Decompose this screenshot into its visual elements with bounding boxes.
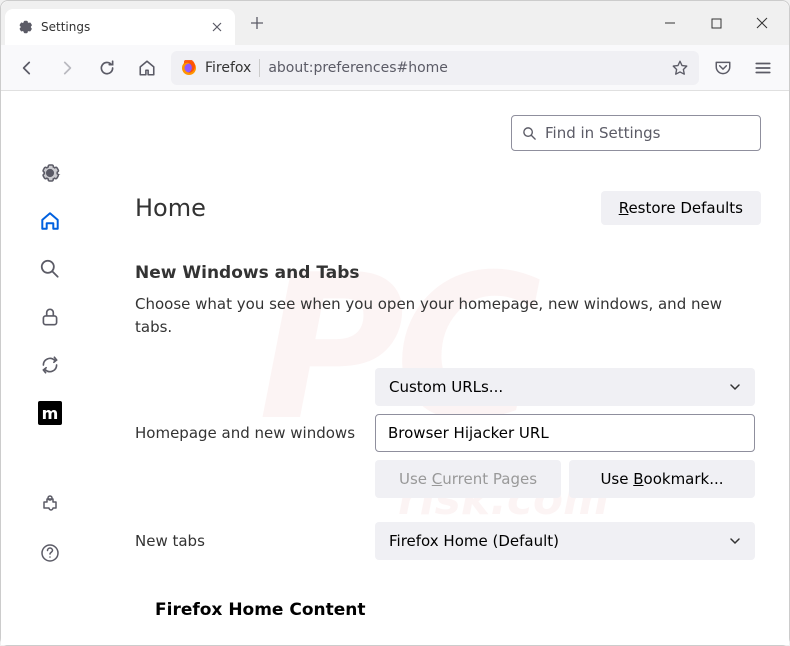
url-identity: Firefox bbox=[205, 60, 251, 76]
newtabs-value: Firefox Home (Default) bbox=[389, 532, 559, 550]
page-title: Home bbox=[135, 194, 206, 222]
search-icon bbox=[522, 126, 537, 141]
minimize-button[interactable] bbox=[647, 7, 693, 39]
firefox-home-content-heading: Firefox Home Content bbox=[155, 600, 761, 620]
restore-defaults-button[interactable]: Restore Defaults bbox=[601, 191, 761, 225]
back-button[interactable] bbox=[11, 52, 43, 84]
sidebar-search-icon[interactable] bbox=[38, 257, 62, 281]
new-tab-button[interactable] bbox=[243, 9, 271, 37]
close-icon[interactable] bbox=[211, 21, 223, 33]
chevron-down-icon bbox=[729, 381, 741, 393]
settings-search[interactable] bbox=[511, 115, 761, 151]
forward-button[interactable] bbox=[51, 52, 83, 84]
homepage-mode-value: Custom URLs... bbox=[389, 378, 503, 396]
sidebar-extensions-icon[interactable] bbox=[38, 493, 62, 517]
use-current-pages-button[interactable]: Use Current Pages bbox=[375, 460, 561, 498]
home-button[interactable] bbox=[131, 52, 163, 84]
bookmark-star-icon[interactable] bbox=[671, 59, 689, 77]
settings-search-input[interactable] bbox=[545, 124, 750, 142]
url-bar[interactable]: Firefox about:preferences#home bbox=[171, 51, 699, 85]
settings-sidebar: m bbox=[1, 91, 99, 645]
sidebar-more-icon[interactable]: m bbox=[38, 401, 62, 425]
pocket-button[interactable] bbox=[707, 52, 739, 84]
tab-title: Settings bbox=[41, 20, 203, 34]
homepage-url-input[interactable] bbox=[375, 414, 755, 452]
use-bookmark-button[interactable]: Use Bookmark... bbox=[569, 460, 755, 498]
maximize-button[interactable] bbox=[693, 7, 739, 39]
close-window-button[interactable] bbox=[739, 7, 785, 39]
homepage-label: Homepage and new windows bbox=[135, 424, 375, 442]
sidebar-help-icon[interactable] bbox=[38, 541, 62, 565]
homepage-mode-select[interactable]: Custom URLs... bbox=[375, 368, 755, 406]
gear-icon bbox=[17, 19, 33, 35]
sidebar-general-icon[interactable] bbox=[38, 161, 62, 185]
sidebar-privacy-icon[interactable] bbox=[38, 305, 62, 329]
sidebar-sync-icon[interactable] bbox=[38, 353, 62, 377]
settings-main: Home Restore Defaults New Windows and Ta… bbox=[99, 91, 789, 645]
section-description: Choose what you see when you open your h… bbox=[135, 293, 761, 338]
reload-button[interactable] bbox=[91, 52, 123, 84]
window-titlebar: Settings bbox=[1, 1, 789, 45]
browser-tab[interactable]: Settings bbox=[5, 9, 235, 45]
section-title: New Windows and Tabs bbox=[135, 263, 761, 283]
window-controls bbox=[647, 7, 785, 39]
newtabs-label: New tabs bbox=[135, 532, 375, 550]
browser-toolbar: Firefox about:preferences#home bbox=[1, 45, 789, 91]
chevron-down-icon bbox=[729, 535, 741, 547]
menu-button[interactable] bbox=[747, 52, 779, 84]
newtabs-select[interactable]: Firefox Home (Default) bbox=[375, 522, 755, 560]
sidebar-home-icon[interactable] bbox=[38, 209, 62, 233]
url-path: about:preferences#home bbox=[268, 60, 448, 76]
firefox-icon bbox=[181, 60, 197, 76]
